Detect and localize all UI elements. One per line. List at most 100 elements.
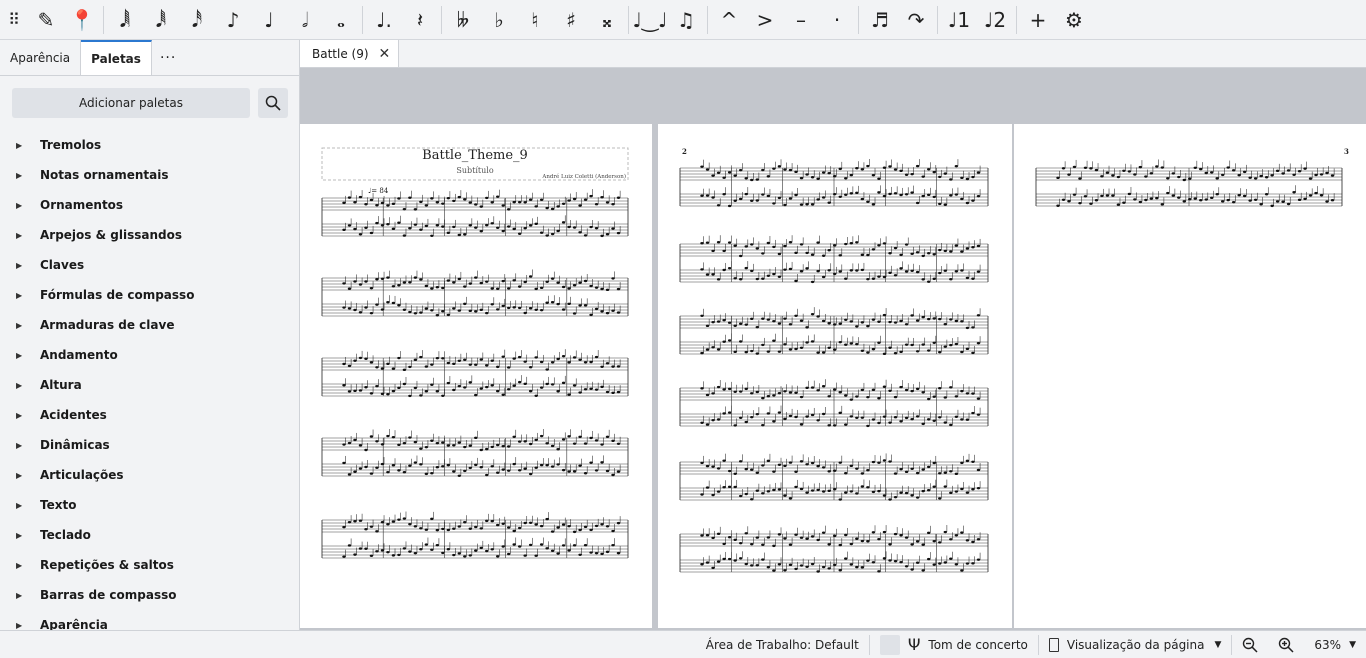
palette-search-button[interactable]	[258, 88, 288, 118]
page-view-icon	[1048, 637, 1059, 652]
palette-label: Aparência	[40, 618, 108, 630]
palettes-panel: Aparência Paletas ··· Adicionar paletas …	[0, 40, 300, 630]
palette-label: Altura	[40, 378, 82, 392]
marcato-icon[interactable]: ^	[711, 2, 747, 38]
palette-label: Repetições & saltos	[40, 558, 174, 572]
palette-item[interactable]: ▶ Acidentes	[0, 400, 299, 430]
tie-icon[interactable]: ♩‿♩	[632, 2, 668, 38]
pin-icon[interactable]: 📍	[64, 2, 100, 38]
sixteenth-note-icon[interactable]: 𝅘𝅥𝅰	[179, 2, 215, 38]
palette-item[interactable]: ▶ Armaduras de clave	[0, 310, 299, 340]
augmentation-dot-icon[interactable]: ♩.	[366, 2, 402, 38]
page-number-3: 3	[1344, 147, 1349, 156]
add-palettes-button[interactable]: Adicionar paletas	[12, 88, 250, 118]
zoom-level-selector[interactable]: 63% ▼	[1304, 631, 1366, 658]
chevron-down-icon: ▼	[1349, 639, 1356, 650]
expand-arrow-icon: ▶	[16, 440, 23, 450]
palette-label: Armaduras de clave	[40, 318, 175, 332]
settings-gear-icon[interactable]: ⚙	[1056, 2, 1092, 38]
palette-label: Texto	[40, 498, 77, 512]
concert-pitch-checkbox[interactable]	[879, 634, 900, 655]
score-subtitle: Subtítulo	[456, 166, 493, 175]
page-number-2: 2	[682, 147, 687, 156]
palette-label: Dinâmicas	[40, 438, 110, 452]
tempo-marking: ♩= 84	[368, 187, 389, 195]
accent-icon[interactable]: >	[747, 2, 783, 38]
palette-item[interactable]: ▶ Andamento	[0, 340, 299, 370]
close-tab-icon[interactable]: ✕	[379, 46, 391, 62]
drag-handle-icon[interactable]: ⠿	[0, 2, 28, 38]
view-mode-selector[interactable]: Visualização da página ▼	[1039, 631, 1232, 658]
expand-arrow-icon: ▶	[16, 410, 23, 420]
expand-arrow-icon: ▶	[16, 590, 23, 600]
zoom-out-icon	[1243, 637, 1258, 653]
score-canvas[interactable]: Battle_Theme_9 Subtítulo André Luiz Cole…	[300, 68, 1366, 630]
voice-1-icon[interactable]: ♩1	[941, 2, 977, 38]
toolbar-divider	[628, 5, 629, 34]
palette-item[interactable]: ▶ Tremolos	[0, 130, 299, 160]
concert-pitch-toggle[interactable]: Ψ Tom de concerto	[870, 631, 1038, 658]
palette-label: Ornamentos	[40, 198, 124, 212]
double-sharp-icon[interactable]: 𝄪	[589, 2, 625, 38]
quarter-note-icon[interactable]: ♩	[251, 2, 287, 38]
palette-item[interactable]: ▶ Articulações	[0, 460, 299, 490]
palette-item[interactable]: ▶ Barras de compasso	[0, 580, 299, 610]
flat-icon[interactable]: ♭	[481, 2, 517, 38]
zoom-out-button[interactable]	[1232, 631, 1268, 658]
zoom-level-value: 63%	[1314, 637, 1342, 652]
double-flat-icon[interactable]: 𝄫	[445, 2, 481, 38]
expand-arrow-icon: ▶	[16, 230, 23, 240]
palette-item[interactable]: ▶ Altura	[0, 370, 299, 400]
sixty-fourth-note-icon[interactable]: 𝅘𝅥𝅲	[107, 2, 143, 38]
expand-arrow-icon: ▶	[16, 260, 23, 270]
flip-direction-icon[interactable]: ↷	[898, 2, 934, 38]
zoom-in-icon	[1279, 637, 1294, 653]
workspace-label: Área de Trabalho: Default	[705, 637, 859, 652]
toolbar-divider	[362, 5, 363, 34]
tuplet-icon[interactable]: ♬	[862, 2, 898, 38]
palette-item[interactable]: ▶ Aparência	[0, 610, 299, 630]
voice-2-icon[interactable]: ♩2	[977, 2, 1013, 38]
palette-item[interactable]: ▶ Teclado	[0, 520, 299, 550]
palette-item[interactable]: ▶ Repetições & saltos	[0, 550, 299, 580]
half-note-icon[interactable]: 𝅗𝅥	[287, 2, 323, 38]
palette-list: ▶ Tremolos ▶ Notas ornamentais ▶ Ornamentos ▶ A…	[0, 130, 299, 630]
score-composer: André Luiz Coletti (Anderson)	[541, 173, 626, 180]
palette-item[interactable]: ▶ Texto	[0, 490, 299, 520]
document-tab-battle[interactable]: Battle (9) ✕	[300, 40, 400, 67]
tab-palettes[interactable]: Paletas	[81, 40, 152, 75]
expand-arrow-icon: ▶	[16, 170, 23, 180]
toolbar-divider	[441, 5, 442, 34]
palette-label: Notas ornamentais	[40, 168, 169, 182]
eighth-note-icon[interactable]: ♪	[215, 2, 251, 38]
document-tabs: Battle (9) ✕	[300, 40, 1366, 68]
palette-item[interactable]: ▶ Dinâmicas	[0, 430, 299, 460]
palette-item[interactable]: ▶ Claves	[0, 250, 299, 280]
zoom-in-button[interactable]	[1268, 631, 1304, 658]
whole-note-icon[interactable]: 𝅝	[323, 2, 359, 38]
note-input-pencil-icon[interactable]: ✎	[28, 2, 64, 38]
sharp-icon[interactable]: ♯	[553, 2, 589, 38]
palette-label: Arpejos & glissandos	[40, 228, 182, 242]
staccato-icon[interactable]: ·	[819, 2, 855, 38]
score-pages: Battle_Theme_9 Subtítulo André Luiz Cole…	[300, 124, 1366, 628]
slur-icon[interactable]: ♫	[668, 2, 704, 38]
expand-arrow-icon: ▶	[16, 200, 23, 210]
rest-icon[interactable]: 𝄽	[402, 2, 438, 38]
tenuto-icon[interactable]: –	[783, 2, 819, 38]
workspace-selector[interactable]: Área de Trabalho: Default	[696, 631, 869, 658]
palette-item[interactable]: ▶ Arpejos & glissandos	[0, 220, 299, 250]
palette-item[interactable]: ▶ Fórmulas de compasso	[0, 280, 299, 310]
score-page-1	[300, 124, 652, 628]
natural-icon[interactable]: ♮	[517, 2, 553, 38]
panel-more-menu-icon[interactable]: ···	[152, 40, 176, 75]
palette-item[interactable]: ▶ Notas ornamentais	[0, 160, 299, 190]
add-icon[interactable]: +	[1020, 2, 1056, 38]
note-input-toolbar: ⠿ ✎ 📍 𝅘𝅥𝅲 𝅘𝅥𝅱 𝅘𝅥𝅰 ♪ ♩ 𝅗𝅥 𝅝 ♩. 𝄽 𝄫 ♭ ♮ ♯ 𝄪 ♩‿♩ ♫ ^ > – · ♬ ↷ ♩1 ♩2 +…	[0, 0, 1366, 40]
expand-arrow-icon: ▶	[16, 290, 23, 300]
toolbar-divider	[937, 5, 938, 34]
palette-item[interactable]: ▶ Ornamentos	[0, 190, 299, 220]
tab-appearance[interactable]: Aparência	[0, 40, 82, 75]
expand-arrow-icon: ▶	[16, 320, 23, 330]
thirty-second-note-icon[interactable]: 𝅘𝅥𝅱	[143, 2, 179, 38]
